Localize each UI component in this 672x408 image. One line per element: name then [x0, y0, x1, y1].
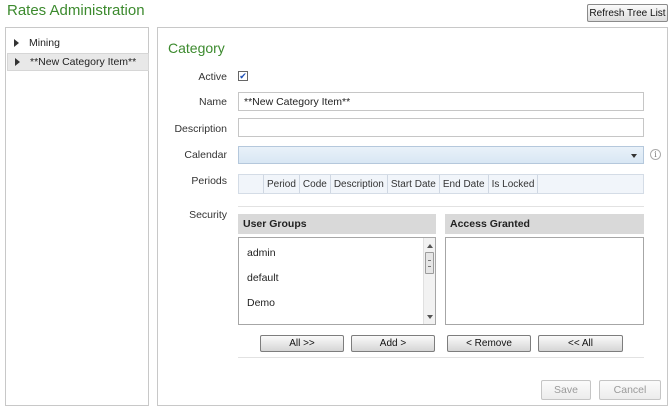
active-label: Active	[198, 71, 227, 83]
column-header-description[interactable]: Description	[331, 175, 388, 193]
remove-all-button[interactable]: << All	[538, 335, 623, 352]
category-tree-panel: Mining **New Category Item**	[5, 27, 149, 406]
access-granted-header: Access Granted	[445, 214, 644, 234]
user-groups-list[interactable]: admin default Demo	[238, 237, 436, 325]
scroll-up-icon[interactable]	[427, 244, 433, 248]
list-item[interactable]: admin	[247, 247, 276, 259]
divider	[238, 206, 644, 207]
info-icon[interactable]: i	[650, 149, 661, 160]
calendar-label: Calendar	[184, 149, 227, 161]
security-label: Security	[189, 209, 227, 221]
tree-item-mining[interactable]: Mining	[10, 34, 60, 52]
cancel-button[interactable]: Cancel	[599, 380, 661, 400]
column-header-end-date[interactable]: End Date	[440, 175, 489, 193]
divider	[238, 357, 644, 358]
scrollbar[interactable]	[423, 238, 435, 324]
remove-button[interactable]: < Remove	[447, 335, 531, 352]
periods-grid[interactable]: Period Code Description Start Date End D…	[238, 174, 644, 194]
add-all-button[interactable]: All >>	[260, 335, 344, 352]
periods-label: Periods	[191, 175, 227, 187]
list-item[interactable]: Demo	[247, 297, 275, 309]
expand-arrow-icon[interactable]	[14, 39, 19, 47]
name-field[interactable]: **New Category Item**	[238, 92, 644, 111]
scroll-down-icon[interactable]	[427, 315, 433, 319]
list-item[interactable]: default	[247, 272, 279, 284]
tree-item-label: **New Category Item**	[30, 56, 137, 68]
app-title: Rates Administration	[7, 2, 145, 19]
tree-item-new-category[interactable]: **New Category Item**	[7, 53, 149, 71]
grid-row-header	[239, 175, 264, 193]
column-header-is-locked[interactable]: Is Locked	[489, 175, 539, 193]
name-label: Name	[198, 96, 227, 108]
refresh-tree-list-button[interactable]: Refresh Tree List	[587, 4, 668, 22]
column-header-period[interactable]: Period	[264, 175, 300, 193]
tree-item-label: Mining	[29, 37, 60, 49]
add-button[interactable]: Add >	[351, 335, 435, 352]
category-detail-panel: Category Active ✔ Name **New Category It…	[157, 27, 668, 406]
description-field[interactable]	[238, 118, 644, 137]
user-groups-header: User Groups	[238, 214, 436, 234]
chevron-down-icon[interactable]	[631, 154, 637, 158]
access-granted-list[interactable]	[445, 237, 644, 325]
description-label: Description	[174, 123, 227, 135]
save-button[interactable]: Save	[541, 380, 591, 400]
expand-arrow-icon[interactable]	[15, 58, 20, 66]
scroll-thumb[interactable]	[425, 252, 434, 274]
active-checkbox[interactable]: ✔	[238, 71, 248, 81]
column-header-code[interactable]: Code	[300, 175, 331, 193]
calendar-select[interactable]	[238, 146, 644, 164]
section-title: Category	[168, 40, 225, 56]
column-header-start-date[interactable]: Start Date	[388, 175, 440, 193]
checkmark-icon: ✔	[239, 70, 247, 81]
